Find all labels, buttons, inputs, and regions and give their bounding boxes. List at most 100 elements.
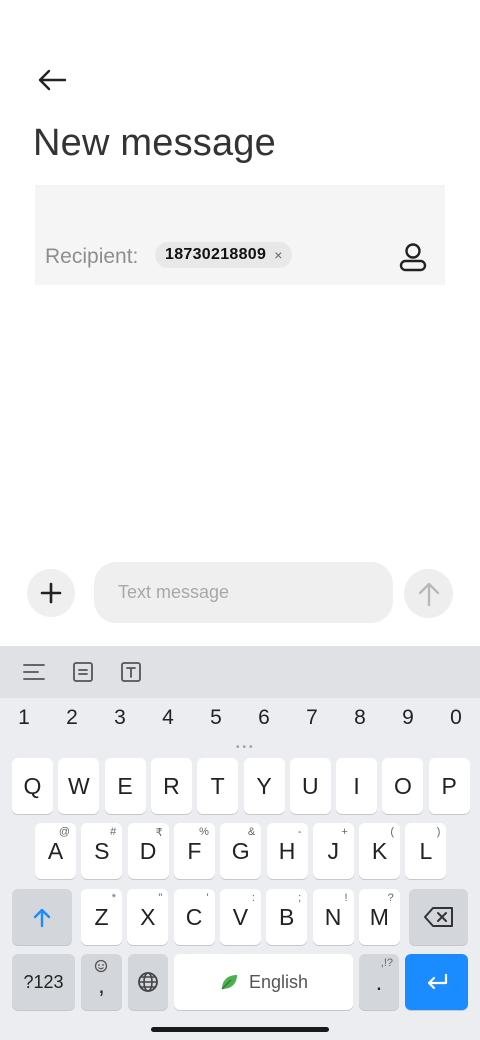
key-g[interactable]: & G (220, 823, 262, 879)
key-label: D (139, 837, 157, 864)
number-key[interactable]: 1 (4, 706, 44, 730)
key-secondary-label: @ (58, 826, 70, 838)
number-row: 1234567890 (0, 706, 480, 738)
number-key[interactable]: 7 (292, 706, 332, 730)
key-label: I (353, 772, 360, 799)
period-key[interactable]: ,!? . (359, 954, 399, 1010)
send-button[interactable] (404, 569, 453, 618)
enter-key[interactable] (405, 954, 468, 1010)
key-f[interactable]: % F (173, 823, 215, 879)
arrow-up-icon (418, 582, 439, 606)
key-z[interactable]: * Z (81, 889, 122, 945)
key-v[interactable]: :V (219, 889, 261, 945)
key-s[interactable]: # S (81, 823, 123, 879)
key-l[interactable]: ) L (405, 823, 447, 879)
space-key[interactable]: English (174, 954, 353, 1010)
key-q[interactable]: Q (12, 758, 53, 814)
period-sup: ,!? (380, 957, 393, 969)
key-secondary-label: ? (387, 892, 394, 904)
key-y[interactable]: Y (243, 758, 285, 814)
key-j[interactable]: + J (312, 823, 354, 879)
number-key[interactable]: 5 (196, 706, 236, 730)
key-label: J (327, 837, 340, 864)
key-label: R (163, 772, 180, 799)
key-label: W (67, 772, 90, 799)
key-b[interactable]: ; B (266, 889, 308, 945)
key-m[interactable]: ? M (358, 889, 400, 945)
key-secondary-label: + (341, 826, 348, 838)
contacts-button[interactable] (393, 239, 433, 275)
key-secondary-label: & (247, 826, 256, 838)
key-x[interactable]: " X (127, 889, 169, 945)
key-label: Q (23, 772, 42, 799)
text-format-icon (121, 662, 141, 682)
backspace-key[interactable] (409, 889, 468, 945)
symbols-key[interactable]: ?123 (12, 954, 75, 1010)
recipient-field[interactable]: Recipient: 18730218809 × (35, 185, 445, 285)
key-o[interactable]: O (382, 758, 424, 814)
number-key[interactable]: 9 (388, 706, 428, 730)
comma-key[interactable]: , (81, 954, 122, 1010)
key-t[interactable]: T (197, 758, 239, 814)
backspace-icon (423, 907, 453, 927)
shift-key[interactable] (12, 889, 72, 945)
key-label: F (187, 837, 202, 864)
key-secondary-label: % (199, 826, 209, 838)
page-dots: ••• (236, 742, 256, 753)
key-r[interactable]: R (150, 758, 192, 814)
key-secondary-label: " (158, 892, 163, 904)
shift-arrow-icon (33, 908, 51, 928)
home-indicator[interactable] (151, 1027, 329, 1032)
menu-lines-icon (23, 664, 45, 680)
number-key[interactable]: 8 (340, 706, 380, 730)
message-input[interactable]: Text message (94, 562, 393, 623)
key-k[interactable]: (K (359, 823, 401, 879)
keyboard-toolbar (0, 646, 480, 698)
back-button[interactable] (30, 60, 74, 100)
language-key[interactable] (128, 954, 168, 1010)
toolbar-text-button[interactable] (117, 658, 145, 686)
recipient-chip-number: 18730218809 (165, 246, 267, 263)
key-d[interactable]: ₹ D (127, 823, 169, 879)
key-secondary-label: ' (206, 892, 209, 904)
key-e[interactable]: E (104, 758, 146, 814)
key-label: A (47, 837, 64, 864)
key-n[interactable]: ! N (312, 889, 354, 945)
attach-button[interactable] (27, 569, 75, 617)
number-key[interactable]: 6 (244, 706, 284, 730)
key-u[interactable]: U (289, 758, 331, 814)
key-label: U (301, 772, 319, 799)
leaf-icon (221, 975, 237, 990)
number-key[interactable]: 0 (436, 706, 476, 730)
key-label: S (94, 837, 110, 864)
arrow-left-icon (38, 69, 67, 91)
key-p[interactable]: P (428, 758, 470, 814)
plus-icon (40, 582, 62, 604)
key-label: N (324, 903, 342, 930)
page-title: New message (33, 122, 276, 164)
toolbar-menu-button[interactable] (20, 658, 48, 686)
key-h[interactable]: -H (266, 823, 308, 879)
key-secondary-label: ₹ (155, 827, 163, 839)
key-label: E (117, 772, 133, 799)
key-secondary-label: : (251, 892, 255, 904)
message-placeholder: Text message (118, 582, 230, 602)
emoji-icon (94, 959, 108, 973)
globe-icon (138, 972, 158, 992)
toolbar-clipboard-button[interactable] (69, 658, 97, 686)
key-label: Z (94, 903, 109, 930)
number-key[interactable]: 3 (100, 706, 140, 730)
key-i[interactable]: I (336, 758, 378, 814)
key-w[interactable]: W (58, 758, 100, 814)
chip-remove-icon[interactable]: × (274, 248, 282, 262)
space-label: English (248, 971, 309, 992)
key-a[interactable]: @ A (35, 823, 76, 879)
key-label: P (441, 772, 457, 799)
number-key[interactable]: 2 (52, 706, 92, 730)
key-c[interactable]: ' C (173, 889, 215, 945)
person-icon (399, 243, 427, 272)
number-key[interactable]: 4 (148, 706, 188, 730)
key-label: Y (256, 772, 272, 799)
recipient-chip[interactable]: 18730218809 × (155, 242, 293, 268)
key-secondary-label: ( (390, 826, 395, 838)
